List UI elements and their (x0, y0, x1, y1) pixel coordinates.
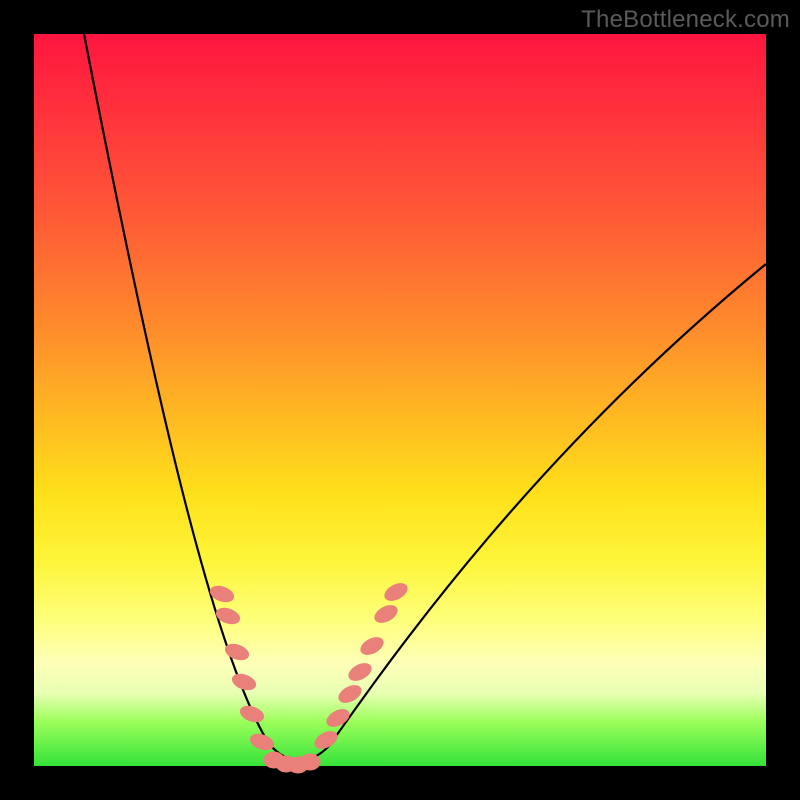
markers-right (312, 580, 410, 752)
marker (238, 703, 265, 724)
watermark-text: TheBottleneck.com (581, 6, 790, 34)
markers-left (208, 583, 275, 752)
marker (346, 660, 374, 684)
marker (372, 602, 400, 626)
plot-area (34, 34, 766, 766)
marker (300, 754, 320, 770)
bottleneck-curve (84, 34, 766, 761)
marker (358, 634, 386, 658)
bottleneck-curve-svg (34, 34, 766, 766)
marker (230, 671, 257, 692)
chart-frame: TheBottleneck.com (0, 0, 800, 800)
marker (248, 731, 275, 752)
markers-trough (264, 752, 320, 773)
marker (324, 706, 352, 730)
marker (382, 580, 410, 604)
